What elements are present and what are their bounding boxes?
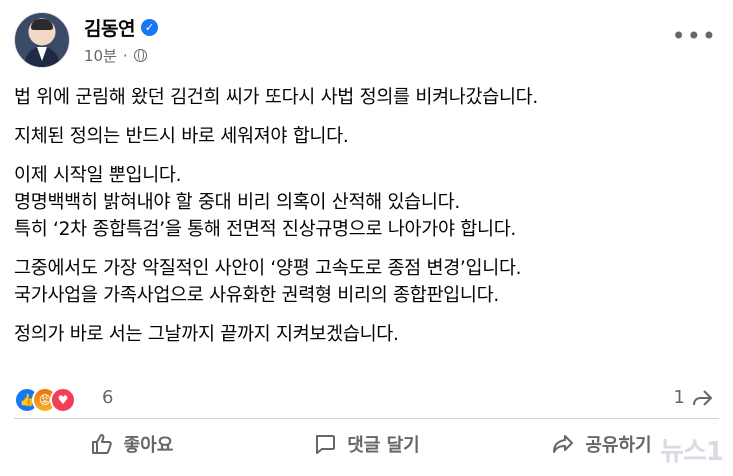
post-meta: 10분 · [84,45,147,66]
share-icon [553,435,574,453]
post-line: 정의가 바로 서는 그날까지 끝까지 지켜보겠습니다. [14,324,399,345]
post-line: 그중에서도 가장 악질적인 사안이 ‘양평 고속도로 종점 변경’입니다. [14,258,522,279]
post-line: 지체된 정의는 반드시 바로 세워져야 합니다. [14,126,349,147]
post-header: 김동연 ✓ 10분 · ••• [14,12,719,68]
globe-icon [133,49,147,62]
post-paragraph: 정의가 바로 서는 그날까지 끝까지 지켜보겠습니다. [14,321,719,348]
meta-separator: · [122,46,128,65]
reactions-bar: 👍 😡 ♥ 6 1 [14,385,719,413]
avatar[interactable] [14,12,70,68]
post-paragraph: 지체된 정의는 반드시 바로 세워져야 합니다. [14,123,719,150]
verified-badge-icon: ✓ [140,19,158,36]
post-line: 국가사업을 가족사업으로 사유화한 권력형 비리의 종합판입니다. [14,285,499,306]
author-row: 김동연 ✓ [84,14,158,41]
reaction-count[interactable]: 6 [102,387,113,408]
thumbs-up-icon [91,434,112,454]
like-label: 좋아요 [123,435,174,456]
love-icon: ♥ [50,387,76,413]
post-paragraph: 이제 시작일 뿐입니다. 명명백백히 밝혀내야 할 중대 비리 의혹이 산적해 … [14,162,719,243]
like-button[interactable]: 좋아요 [14,424,249,464]
comment-button[interactable]: 댓글 달기 [249,424,484,464]
post-time[interactable]: 10분 [84,45,117,66]
share-count-value: 1 [673,387,685,408]
post-paragraph: 법 위에 군림해 왔던 김건희 씨가 또다시 사법 정의를 비켜나갔습니다. [14,84,719,111]
post-line: 특히 ‘2차 종합특검’을 통해 전면적 진상규명으로 나아가야 합니다. [14,219,516,240]
divider [14,418,719,419]
share-label: 공유하기 [585,435,652,456]
share-arrow-icon [693,389,713,406]
share-button[interactable]: 공유하기 [484,424,719,464]
share-count[interactable]: 1 [674,387,713,408]
author-name[interactable]: 김동연 [84,14,135,41]
comment-icon [316,435,336,454]
post-body: 법 위에 군림해 왔던 김건희 씨가 또다시 사법 정의를 비켜나갔습니다. 지… [14,84,719,360]
action-bar: 좋아요 댓글 달기 공유하기 [14,424,719,464]
more-options-icon[interactable]: ••• [672,24,717,48]
post-line: 이제 시작일 뿐입니다. [14,165,182,186]
post-line: 명명백백히 밝혀내야 할 중대 비리 의혹이 산적해 있습니다. [14,192,460,213]
post-line: 법 위에 군림해 왔던 김건희 씨가 또다시 사법 정의를 비켜나갔습니다. [14,87,538,108]
comment-label: 댓글 달기 [347,435,420,456]
post-paragraph: 그중에서도 가장 악질적인 사안이 ‘양평 고속도로 종점 변경’입니다. 국가… [14,255,719,309]
